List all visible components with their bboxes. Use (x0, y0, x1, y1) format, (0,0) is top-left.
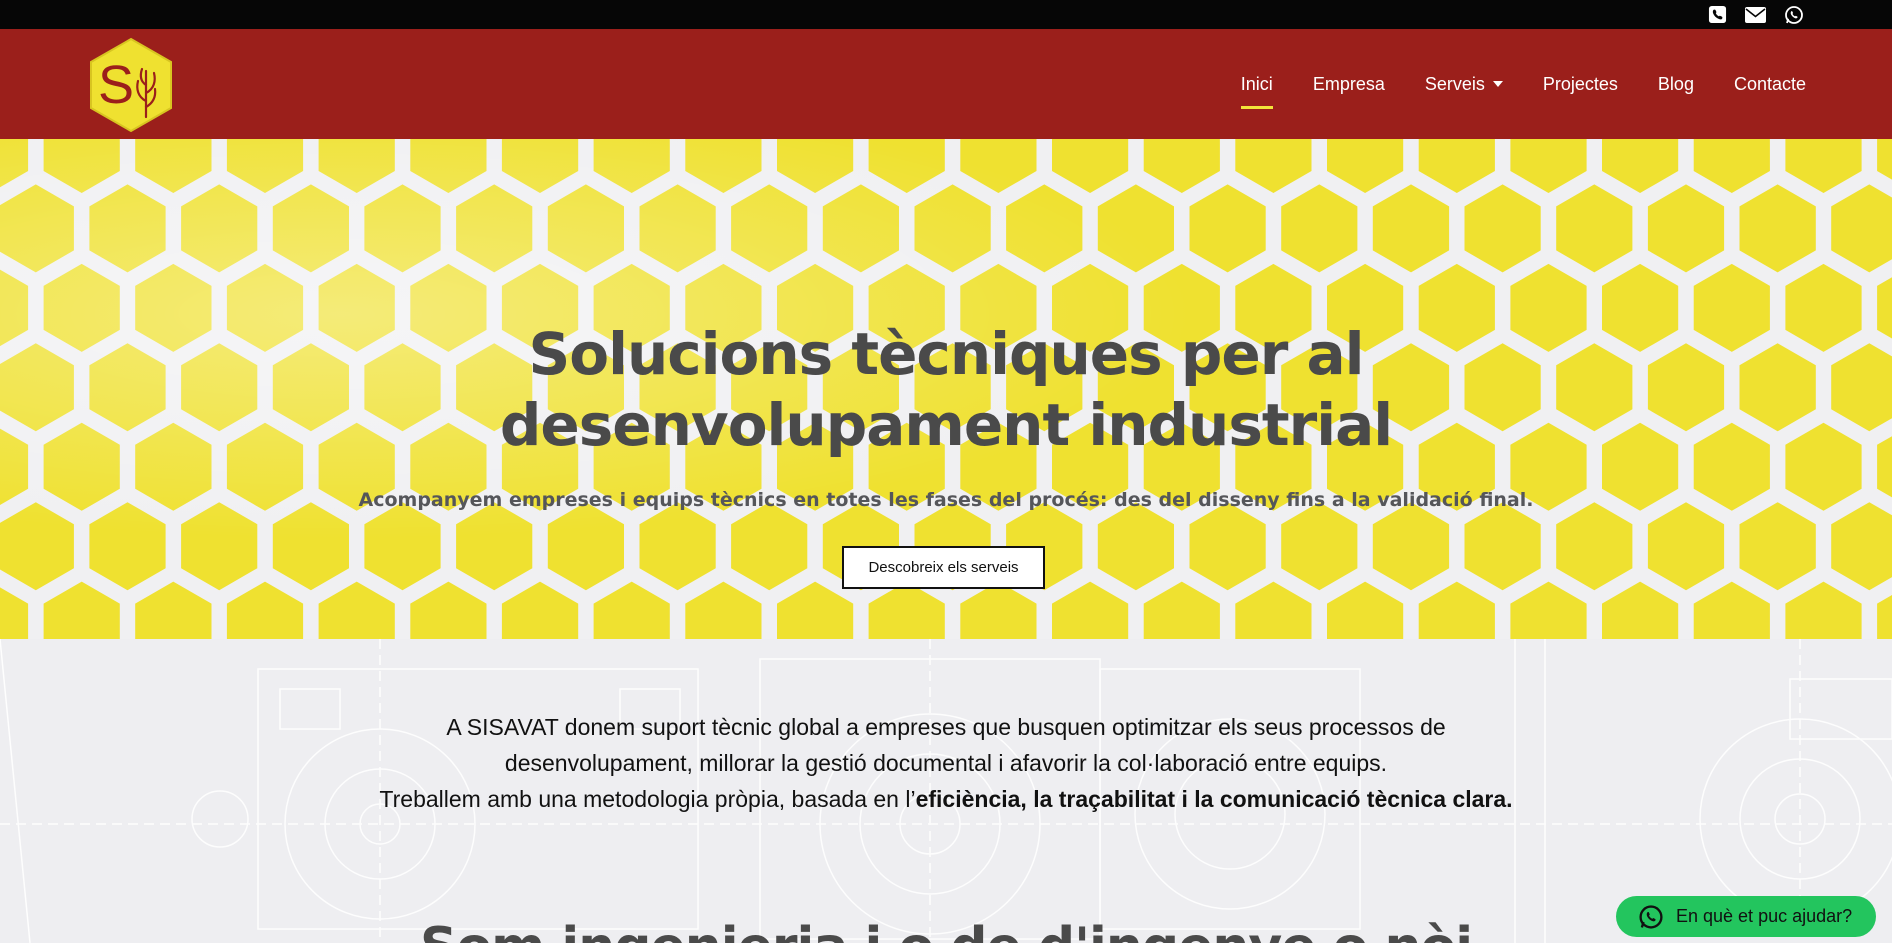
hero-title-line: Solucions tècniques per al (528, 320, 1364, 388)
about-line: A SISAVAT donem suport tècnic global a e… (446, 714, 1446, 740)
nav-label: Blog (1657, 73, 1694, 94)
top-contact-icons (1707, 4, 1804, 25)
about-line: desenvolupament, millorar la gestió docu… (504, 750, 1388, 776)
main-nav: Inici Empresa Serveis Projectes Blog Con… (1221, 29, 1826, 139)
nav-label: Empresa (1312, 73, 1385, 94)
whatsapp-icon (1638, 904, 1664, 930)
about-line-bold: eficiència, la traçabilitat i la comunic… (915, 786, 1513, 812)
logo-letter: S (98, 55, 134, 115)
nav-item-inici[interactable]: Inici (1221, 29, 1293, 139)
nav-item-serveis[interactable]: Serveis (1405, 29, 1523, 139)
nav-label: Inici (1240, 73, 1273, 94)
about-section: A SISAVAT donem suport tècnic global a e… (0, 639, 1892, 943)
hero-title-line: desenvolupament industrial (499, 391, 1393, 459)
services-section-heading: Som ingenieria i o de d'ingenye o nòi (0, 917, 1892, 943)
nav-item-projectes[interactable]: Projectes (1523, 29, 1638, 139)
hero-subtitle: Acompanyem empreses i equips tècnics en … (358, 489, 1534, 511)
nav-label: Serveis (1424, 73, 1485, 94)
caret-down-icon (1492, 81, 1503, 87)
hero-title: Solucions tècniques per al desenvolupame… (0, 319, 1892, 461)
hero-section: Solucions tècniques per al desenvolupame… (0, 139, 1892, 639)
discover-services-button[interactable]: Descobreix els serveis (842, 546, 1045, 589)
nav-item-blog[interactable]: Blog (1638, 29, 1714, 139)
whatsapp-icon[interactable] (1783, 4, 1804, 25)
nav-label: Contacte (1733, 73, 1806, 94)
nav-item-contacte[interactable]: Contacte (1714, 29, 1826, 139)
whatsapp-chat-button[interactable]: En què et puc ajudar? (1616, 896, 1876, 937)
nav-label: Projectes (1542, 73, 1618, 94)
site-logo[interactable]: S (88, 37, 174, 133)
top-contact-bar (0, 0, 1892, 29)
about-line: Treballem amb una metodologia pròpia, ba… (0, 781, 1892, 817)
site-header: S Inici Empresa Serveis Projectes Blog C… (0, 29, 1892, 139)
about-intro-text: A SISAVAT donem suport tècnic global a e… (0, 709, 1892, 817)
about-line-plain: Treballem amb una metodologia pròpia, ba… (379, 786, 916, 812)
phone-icon[interactable] (1707, 4, 1728, 25)
whatsapp-chat-label: En què et puc ajudar? (1676, 906, 1853, 926)
envelope-icon[interactable] (1745, 4, 1766, 25)
nav-item-empresa[interactable]: Empresa (1293, 29, 1405, 139)
